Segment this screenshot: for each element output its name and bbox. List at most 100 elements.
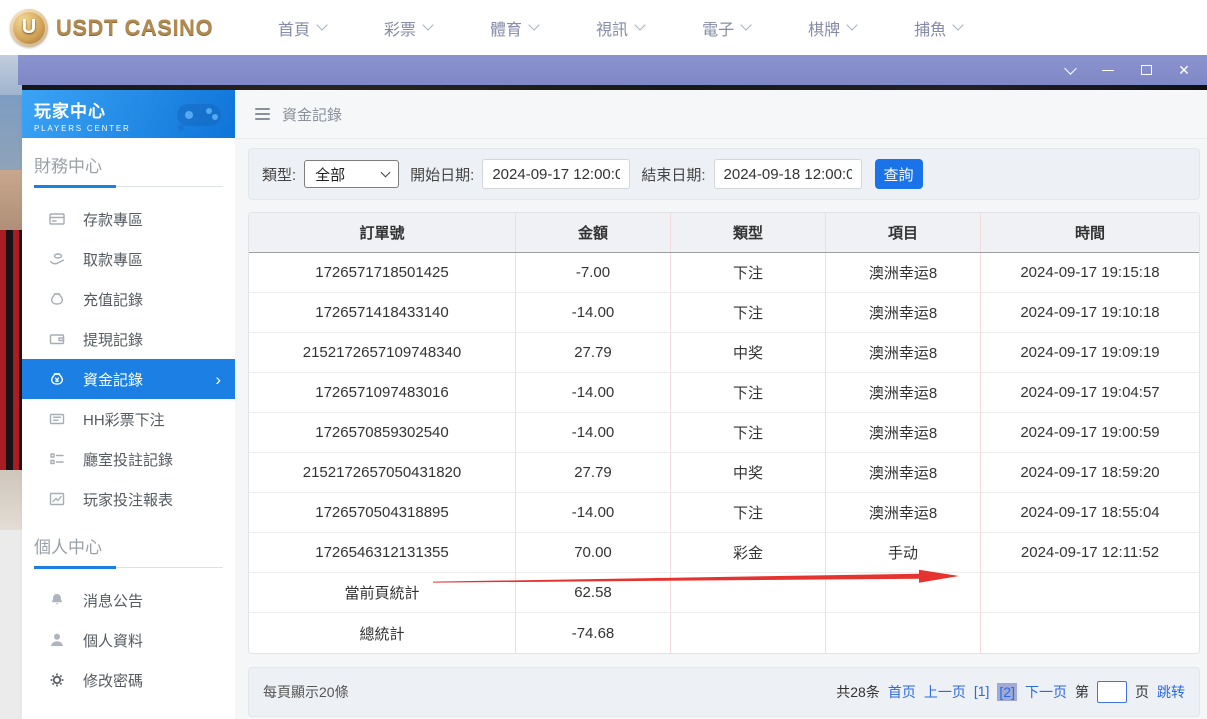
column-header: 項目	[826, 213, 981, 252]
chevron-down-icon	[422, 19, 433, 30]
sidebar-item-profile[interactable]: 個人資料	[22, 620, 235, 660]
nav-item-card-games[interactable]: 棋牌	[808, 16, 856, 40]
table-cell	[826, 613, 981, 653]
top-nav: U USDT CASINO 首頁 彩票 體育 視訊 電子 棋牌 捕魚	[0, 0, 1207, 55]
jump-prefix-label: 第	[1075, 682, 1089, 702]
table-cell	[981, 613, 1199, 653]
nav-item-fishing[interactable]: 捕魚	[914, 16, 962, 40]
page-link-2[interactable]: [2]	[997, 683, 1017, 701]
nav-item-label: 捕魚	[914, 16, 946, 40]
table-cell: 澳洲幸运8	[826, 333, 981, 372]
column-header: 訂單號	[249, 213, 516, 252]
table-cell: 27.79	[516, 333, 671, 372]
table-cell: 1726571418433140	[249, 293, 516, 332]
recharge-bag-icon	[48, 290, 66, 308]
table-cell: 2024-09-17 18:59:20	[981, 453, 1199, 492]
page-title: 資金記錄	[282, 104, 342, 125]
chevron-down-icon	[952, 19, 963, 30]
player-center-window: ✕ 玩家中心 PLAYERS CENTER 財務中心存款專區取款專區	[18, 55, 1207, 719]
table-cell: 2024-09-17 19:15:18	[981, 253, 1199, 292]
type-select[interactable]: 全部	[304, 160, 399, 188]
sidebar-item-player-bet-report[interactable]: 玩家投注報表	[22, 479, 235, 519]
top-nav-items: 首頁 彩票 體育 視訊 電子 棋牌 捕魚	[278, 16, 962, 40]
table-cell: 彩金	[671, 533, 826, 572]
jump-suffix-label: 页	[1135, 682, 1149, 702]
section-heading: 代理中心	[34, 714, 223, 719]
nav-item-live-video[interactable]: 視訊	[596, 16, 644, 40]
table-cell: -7.00	[516, 253, 671, 292]
bell-icon	[48, 591, 66, 609]
page-link-1[interactable]: [1]	[974, 683, 990, 701]
window-close-button[interactable]: ✕	[1177, 63, 1191, 77]
table-cell	[671, 613, 826, 653]
next-page-link[interactable]: 下一页	[1025, 682, 1067, 702]
start-date-input[interactable]	[482, 159, 630, 189]
table-cell: 2024-09-17 19:00:59	[981, 413, 1199, 452]
window-minimize-button[interactable]	[1101, 63, 1115, 77]
table-cell: 1726571718501425	[249, 253, 516, 292]
sidebar-item-hh-lottery-bets[interactable]: HH彩票下注	[22, 399, 235, 439]
sidebar-sections: 財務中心存款專區取款專區充值記錄提現記錄資金記錄› HH彩票下注廳室投註記錄玩家投…	[22, 152, 235, 719]
brand-logo[interactable]: U USDT CASINO	[10, 9, 226, 47]
table-body: 1726571718501425-7.00下注澳洲幸运82024-09-17 1…	[249, 253, 1199, 653]
table-row: 1726571097483016-14.00下注澳洲幸运82024-09-17 …	[249, 373, 1199, 413]
nav-item-slots[interactable]: 電子	[702, 16, 750, 40]
table-cell: 下注	[671, 293, 826, 332]
table-cell: 2024-09-17 18:55:04	[981, 493, 1199, 532]
sidebar-item-label: 取款專區	[83, 249, 143, 270]
table-cell: 70.00	[516, 533, 671, 572]
table-cell: 1726570859302540	[249, 413, 516, 452]
window-maximize-button[interactable]	[1139, 63, 1153, 77]
sidebar-item-room-bet-record[interactable]: 廳室投註記錄	[22, 439, 235, 479]
page: U USDT CASINO 首頁彩票體育視訊電子棋牌捕魚 ✕ 玩家中心 PLAY…	[0, 0, 1207, 719]
sidebar-item-withdraw-record[interactable]: 提現記錄	[22, 319, 235, 359]
person-icon	[48, 631, 66, 649]
menu-icon[interactable]	[255, 108, 270, 120]
sidebar-item-label: 修改密碼	[83, 670, 143, 691]
table-cell: 下注	[671, 373, 826, 412]
nav-item-lottery[interactable]: 彩票	[384, 16, 432, 40]
table-header-row: 訂單號金額類型項目時間	[249, 213, 1199, 253]
nav-item-label: 首頁	[278, 16, 310, 40]
table-cell: 澳洲幸运8	[826, 413, 981, 452]
section-heading: 個人中心	[34, 533, 223, 567]
sidebar-item-label: 廳室投註記錄	[83, 449, 173, 470]
sidebar-item-withdraw[interactable]: 取款專區	[22, 239, 235, 279]
window-collapse-button[interactable]	[1063, 63, 1077, 77]
window-body: 玩家中心 PLAYERS CENTER 財務中心存款專區取款專區充值記錄提現記錄…	[18, 85, 1207, 719]
pagination-bar: 每頁顯示20條 共28条 首页 上一页 [1] [2] 下一页 第 页 跳转	[248, 667, 1200, 717]
sidebar-item-label: HH彩票下注	[83, 409, 165, 430]
table-cell: 2024-09-17 12:11:52	[981, 533, 1199, 572]
sidebar-item-messages[interactable]: 消息公告	[22, 580, 235, 620]
section-divider	[34, 567, 223, 568]
end-date-label: 結束日期:	[641, 164, 705, 185]
table-cell: 2024-09-17 19:10:18	[981, 293, 1199, 332]
sidebar-item-deposit[interactable]: 存款專區	[22, 199, 235, 239]
table-cell: 1726571097483016	[249, 373, 516, 412]
sidebar-item-recharge-record[interactable]: 充值記錄	[22, 279, 235, 319]
deposit-card-icon	[48, 210, 66, 228]
section-heading: 財務中心	[34, 152, 223, 186]
sidebar: 玩家中心 PLAYERS CENTER 財務中心存款專區取款專區充值記錄提現記錄…	[22, 90, 235, 719]
table-row: 1726571418433140-14.00下注澳洲幸运82024-09-17 …	[249, 293, 1199, 333]
sidebar-item-change-password[interactable]: 修改密碼	[22, 660, 235, 700]
sidebar-item-funds-record[interactable]: 資金記錄›	[22, 359, 235, 399]
gamepad-icon	[171, 96, 227, 134]
chevron-down-icon	[316, 19, 327, 30]
prev-page-link[interactable]: 上一页	[924, 682, 966, 702]
sidebar-item-label: 個人資料	[83, 630, 143, 651]
table-row: 215217265710974834027.79中奖澳洲幸运82024-09-1…	[249, 333, 1199, 373]
logo-text: USDT CASINO	[56, 15, 213, 41]
column-header: 時間	[981, 213, 1199, 252]
nav-item-sports[interactable]: 體育	[490, 16, 538, 40]
wallet-icon	[48, 330, 66, 348]
search-button[interactable]: 查詢	[875, 159, 923, 189]
jump-button[interactable]: 跳转	[1157, 682, 1185, 702]
nav-item-label: 棋牌	[808, 16, 840, 40]
table-cell: 澳洲幸运8	[826, 373, 981, 412]
nav-item-home[interactable]: 首頁	[278, 16, 326, 40]
nav-item-label: 體育	[490, 16, 522, 40]
page-jump-input[interactable]	[1097, 681, 1127, 703]
first-page-link[interactable]: 首页	[888, 682, 916, 702]
end-date-input[interactable]	[714, 159, 862, 189]
